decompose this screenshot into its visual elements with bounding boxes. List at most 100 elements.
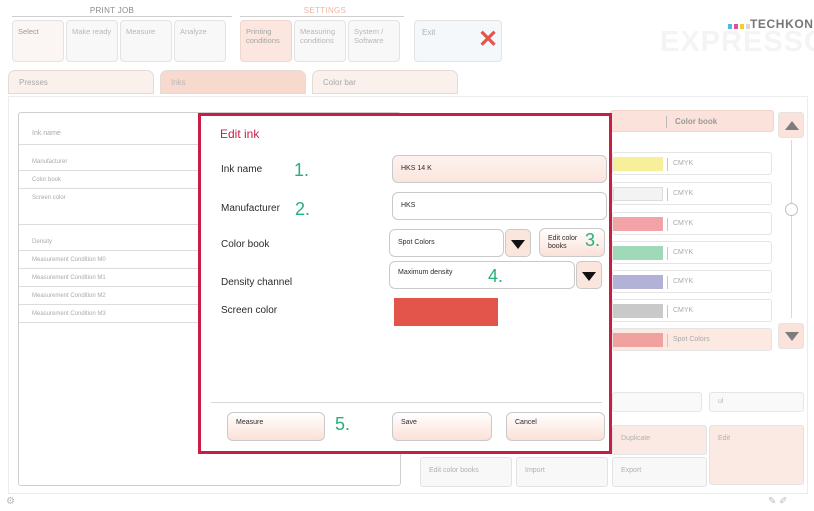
screen-color-swatch[interactable] [394, 298, 498, 326]
density-channel-label: Density channel [221, 277, 293, 288]
scroll-up-button[interactable] [778, 112, 804, 138]
exit-label: Exit [422, 28, 436, 37]
annotation-3: 3. [585, 230, 601, 250]
save-button[interactable]: Save [392, 412, 492, 441]
row-separator [667, 158, 668, 171]
row-separator [667, 305, 668, 318]
ink-swatch [613, 333, 663, 347]
dialog-title: Edit ink [220, 127, 260, 141]
ink-color-book: CMYK [673, 307, 694, 314]
close-icon: ✕ [478, 26, 499, 53]
row-separator [667, 218, 668, 231]
ink-color-book: CMYK [673, 278, 694, 285]
detail-row-ink-name: Ink name [19, 123, 199, 145]
ink-color-book: CMYK [673, 220, 694, 227]
triangle-down-icon [785, 332, 799, 341]
ink-color-book: CMYK [673, 190, 694, 197]
color-book-dropdown-button[interactable] [505, 229, 531, 257]
ink-color-book: CMYK [673, 249, 694, 256]
exit-button[interactable]: Exit ✕ [414, 20, 502, 62]
detail-row-m2: Measurement Condition M2 [19, 287, 199, 305]
export-button[interactable]: Export [612, 457, 707, 487]
ink-list-row-selected[interactable]: Spot Colors [612, 328, 772, 351]
ink-color-book: Spot Colors [673, 336, 710, 343]
tab-presses[interactable]: Presses [8, 70, 154, 94]
edit-color-books-bg-button[interactable]: Edit color books [420, 457, 512, 487]
annotation-5: 5. [335, 414, 351, 434]
nav-printing-conditions[interactable]: Printing conditions [240, 20, 292, 62]
nav-system-software[interactable]: System / Software [348, 20, 400, 62]
annotation-1: 1. [294, 160, 310, 180]
search-field-left[interactable] [612, 392, 702, 412]
density-channel-dropdown-button[interactable] [576, 261, 602, 289]
annotation-4: 4. [488, 266, 504, 286]
edit-color-books-label: Edit color books [548, 235, 578, 251]
ink-swatch [613, 217, 663, 231]
screen-color-label: Screen color [221, 305, 278, 316]
manufacturer-label: Manufacturer [221, 203, 280, 214]
measure-button[interactable]: Measure [227, 412, 325, 441]
duplicate-button[interactable]: Duplicate [612, 425, 707, 455]
ink-name-label: Ink name [221, 164, 263, 175]
scroll-track[interactable] [791, 140, 792, 318]
scroll-down-button[interactable] [778, 323, 804, 349]
detail-row-m0: Measurement Condition M0 [19, 251, 199, 269]
nav-make-ready[interactable]: Make ready [66, 20, 118, 62]
triangle-up-icon [785, 121, 799, 130]
color-book-column-label: Color book [675, 117, 718, 126]
tab-inks[interactable]: Inks [160, 70, 306, 94]
detail-row-color-book: Color book [19, 171, 199, 189]
row-separator [667, 188, 668, 201]
settings-group-label: SETTINGS [303, 6, 347, 15]
ink-list-row[interactable]: CMYK [612, 241, 772, 264]
chevron-down-icon [511, 240, 525, 249]
ink-swatch [613, 304, 663, 318]
header-separator [666, 116, 667, 128]
detail-row-m3: Measurement Condition M3 [19, 305, 199, 323]
print-job-group-label: PRINT JOB [89, 6, 135, 15]
import-button[interactable]: Import [516, 457, 608, 487]
nav-measuring-conditions[interactable]: Measuring conditions [294, 20, 346, 62]
detail-row-density: Density [19, 233, 199, 251]
color-book-select[interactable]: Spot Colors [389, 229, 504, 257]
detail-row-m1: Measurement Condition M1 [19, 269, 199, 287]
cancel-button[interactable]: Cancel [506, 412, 605, 441]
nav-analyze[interactable]: Analyze [174, 20, 226, 62]
row-separator [667, 247, 668, 260]
density-channel-select[interactable]: Maximum density [389, 261, 575, 289]
brand-logo: EXPRESSO [660, 26, 814, 58]
edit-ink-dialog: Edit ink Ink name 1. HKS 14 K Manufactur… [198, 113, 612, 454]
search-field-right[interactable]: ul [709, 392, 804, 412]
nav-select[interactable]: Select [12, 20, 64, 62]
ink-list-row[interactable]: CMYK [612, 270, 772, 293]
detail-row-screen-color: Screen color [19, 189, 199, 225]
ink-list-row[interactable]: CMYK [612, 182, 772, 205]
ink-name-field[interactable]: HKS 14 K [392, 155, 607, 183]
detail-row-manufacturer: Manufacturer [19, 153, 199, 171]
color-book-label: Color book [221, 239, 270, 250]
ink-list-header: Color book [610, 110, 774, 132]
chevron-down-icon [582, 272, 596, 281]
row-separator [667, 276, 668, 289]
ink-color-book: CMYK [673, 160, 694, 167]
search-field-text: ul [718, 398, 724, 405]
ink-list-row[interactable]: CMYK [612, 212, 772, 235]
manufacturer-field[interactable]: HKS [392, 192, 607, 220]
ink-list-row[interactable]: CMYK [612, 152, 772, 175]
edit-button[interactable]: Edit [709, 425, 804, 485]
ink-swatch [613, 187, 663, 201]
scroll-thumb[interactable] [785, 203, 798, 216]
settings-group-line [240, 16, 404, 17]
nav-measure[interactable]: Measure [120, 20, 172, 62]
tab-color-bar[interactable]: Color bar [312, 70, 458, 94]
annotation-2: 2. [295, 199, 311, 219]
ink-swatch [613, 246, 663, 260]
settings-gear-icon[interactable]: ⚙ [6, 496, 15, 507]
print-job-group-line [12, 16, 232, 17]
ink-list-row[interactable]: CMYK [612, 299, 772, 322]
row-separator [667, 334, 668, 347]
ink-swatch [613, 157, 663, 171]
ink-swatch [613, 275, 663, 289]
dialog-divider [211, 402, 602, 403]
tools-icon: ✎ ✐ [768, 496, 788, 507]
